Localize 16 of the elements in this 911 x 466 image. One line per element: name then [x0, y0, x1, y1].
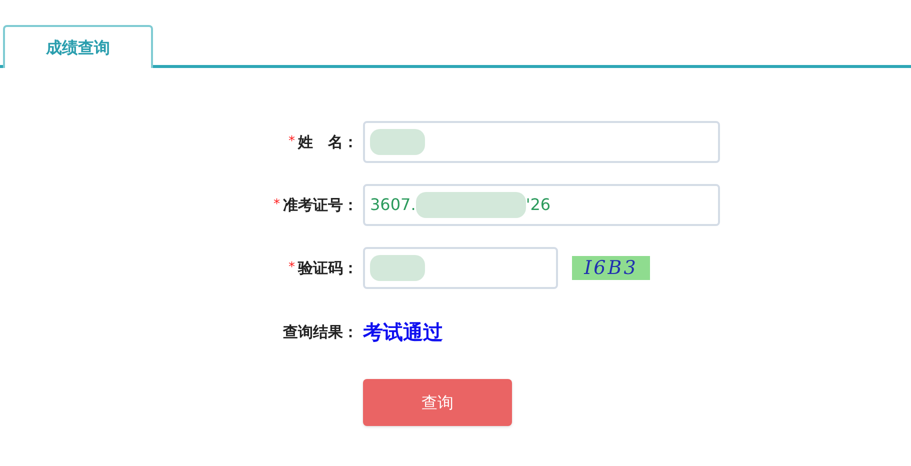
input-field[interactable]: 3607. '26 — [363, 184, 720, 226]
tab[interactable]: 成绩查询 — [3, 25, 153, 68]
captcha-image[interactable]: I6B3 — [572, 256, 650, 280]
field-label: 姓 名： — [298, 132, 358, 153]
result-label: 查询结果： — [283, 322, 358, 343]
required-asterisk: * — [288, 133, 295, 152]
field-value: '26 — [526, 194, 551, 216]
input-field[interactable] — [363, 121, 720, 163]
input-field[interactable] — [363, 247, 558, 289]
required-asterisk: * — [274, 196, 280, 214]
field-value: 3607. — [370, 194, 416, 216]
field-label: 验证码： — [298, 258, 358, 279]
required-asterisk: * — [288, 259, 295, 278]
result-value: 考试通过 — [363, 319, 443, 346]
query-button[interactable]: 查询 — [363, 379, 512, 426]
field-label: 准考证号： — [283, 194, 358, 216]
